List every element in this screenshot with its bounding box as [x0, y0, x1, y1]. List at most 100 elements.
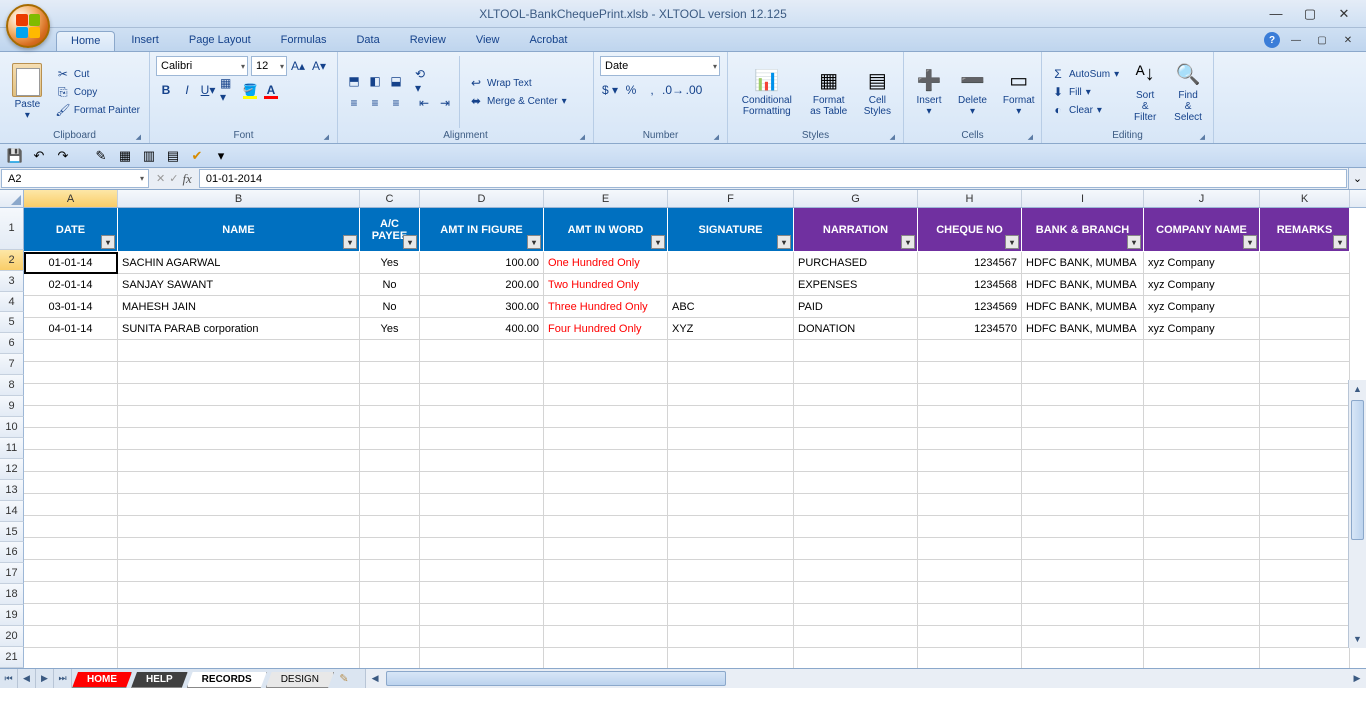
cell-F7[interactable] [668, 362, 794, 384]
cell-B10[interactable] [118, 428, 360, 450]
cell-I20[interactable] [1022, 648, 1144, 668]
row-header-6[interactable]: 6 [0, 333, 24, 354]
cell-H18[interactable] [918, 604, 1022, 626]
cell-E4[interactable]: Three Hundred Only [544, 296, 668, 318]
cell-K12[interactable] [1260, 472, 1350, 494]
cell-I12[interactable] [1022, 472, 1144, 494]
table-header-a-c-payee[interactable]: A/C PAYEE▾ [360, 208, 420, 252]
cell-H17[interactable] [918, 582, 1022, 604]
scroll-right-icon[interactable]: ▶ [1348, 669, 1366, 688]
qat-custom-3[interactable]: ▥ [140, 147, 158, 165]
cell-D14[interactable] [420, 516, 544, 538]
format-as-table-button[interactable]: ▦Format as Table [804, 56, 854, 128]
row-header-4[interactable]: 4 [0, 292, 24, 313]
cell-K7[interactable] [1260, 362, 1350, 384]
cell-C6[interactable] [360, 340, 420, 362]
save-button[interactable]: 💾 [6, 147, 24, 165]
cell-G19[interactable] [794, 626, 918, 648]
col-header-C[interactable]: C [360, 190, 420, 207]
tab-view[interactable]: View [462, 31, 514, 51]
filter-icon[interactable]: ▾ [777, 235, 791, 249]
row-header-17[interactable]: 17 [0, 563, 24, 584]
qat-custom-5[interactable]: ✔ [188, 147, 206, 165]
qat-custom-1[interactable]: ✎ [92, 147, 110, 165]
cell-A17[interactable] [24, 582, 118, 604]
cell-E9[interactable] [544, 406, 668, 428]
filter-icon[interactable]: ▾ [1333, 235, 1347, 249]
cell-J15[interactable] [1144, 538, 1260, 560]
cell-F6[interactable] [668, 340, 794, 362]
row-header-14[interactable]: 14 [0, 501, 24, 522]
filter-icon[interactable]: ▾ [901, 235, 915, 249]
cell-G18[interactable] [794, 604, 918, 626]
cell-J18[interactable] [1144, 604, 1260, 626]
row-header-3[interactable]: 3 [0, 271, 24, 292]
cell-D17[interactable] [420, 582, 544, 604]
cell-C4[interactable]: No [360, 296, 420, 318]
cell-D5[interactable]: 400.00 [420, 318, 544, 340]
cell-C18[interactable] [360, 604, 420, 626]
formula-expand-button[interactable]: ⌄ [1348, 168, 1366, 189]
tab-formulas[interactable]: Formulas [267, 31, 341, 51]
comma-button[interactable]: , [642, 80, 662, 100]
cell-F13[interactable] [668, 494, 794, 516]
cell-D15[interactable] [420, 538, 544, 560]
cell-G12[interactable] [794, 472, 918, 494]
cell-J7[interactable] [1144, 362, 1260, 384]
decrease-decimal-button[interactable]: .00 [684, 80, 704, 100]
cell-A18[interactable] [24, 604, 118, 626]
cell-C14[interactable] [360, 516, 420, 538]
cell-H15[interactable] [918, 538, 1022, 560]
align-right-button[interactable]: ≡ [386, 93, 406, 113]
sheet-tab-design[interactable]: DESIGN [266, 672, 334, 688]
cell-B5[interactable]: SUNITA PARAB corporation [118, 318, 360, 340]
minimize-button[interactable]: — [1266, 4, 1286, 24]
filter-icon[interactable]: ▾ [1243, 235, 1257, 249]
cell-G11[interactable] [794, 450, 918, 472]
cell-G20[interactable] [794, 648, 918, 668]
cell-J10[interactable] [1144, 428, 1260, 450]
cell-K19[interactable] [1260, 626, 1350, 648]
cell-B17[interactable] [118, 582, 360, 604]
cell-H10[interactable] [918, 428, 1022, 450]
cell-B7[interactable] [118, 362, 360, 384]
autosum-button[interactable]: ΣAutoSum ▾ [1048, 66, 1122, 82]
sort-filter-button[interactable]: ᴬ↓Sort & Filter [1126, 56, 1164, 128]
cell-C19[interactable] [360, 626, 420, 648]
merge-center-button[interactable]: ⬌Merge & Center ▾ [466, 93, 570, 109]
cell-G13[interactable] [794, 494, 918, 516]
row-header-16[interactable]: 16 [0, 542, 24, 563]
clear-button[interactable]: ◐Clear ▾ [1048, 102, 1122, 118]
cell-D20[interactable] [420, 648, 544, 668]
align-left-button[interactable]: ≡ [344, 93, 364, 113]
cell-C3[interactable]: No [360, 274, 420, 296]
cell-J16[interactable] [1144, 560, 1260, 582]
paste-button[interactable]: Paste ▾ [6, 56, 49, 128]
cell-I16[interactable] [1022, 560, 1144, 582]
tab-page-layout[interactable]: Page Layout [175, 31, 265, 51]
insert-cells-button[interactable]: ➕Insert ▾ [910, 56, 948, 128]
cell-C20[interactable] [360, 648, 420, 668]
cell-K3[interactable] [1260, 274, 1350, 296]
cell-E15[interactable] [544, 538, 668, 560]
sheet-tab-records[interactable]: RECORDS [187, 672, 267, 688]
cell-I4[interactable]: HDFC BANK, MUMBA [1022, 296, 1144, 318]
cell-J11[interactable] [1144, 450, 1260, 472]
name-box[interactable]: A2 [1, 169, 149, 188]
cell-B12[interactable] [118, 472, 360, 494]
cell-C16[interactable] [360, 560, 420, 582]
cell-F20[interactable] [668, 648, 794, 668]
cell-J19[interactable] [1144, 626, 1260, 648]
cell-A11[interactable] [24, 450, 118, 472]
font-color-button[interactable]: A [261, 80, 281, 100]
row-header-19[interactable]: 19 [0, 605, 24, 626]
scroll-left-icon[interactable]: ◀ [366, 669, 384, 688]
cell-A14[interactable] [24, 516, 118, 538]
cell-H8[interactable] [918, 384, 1022, 406]
cell-C8[interactable] [360, 384, 420, 406]
tab-data[interactable]: Data [342, 31, 393, 51]
cell-K16[interactable] [1260, 560, 1350, 582]
cell-I19[interactable] [1022, 626, 1144, 648]
wrap-text-button[interactable]: ↩Wrap Text [466, 75, 570, 91]
new-sheet-button[interactable]: ✎ [333, 669, 355, 688]
